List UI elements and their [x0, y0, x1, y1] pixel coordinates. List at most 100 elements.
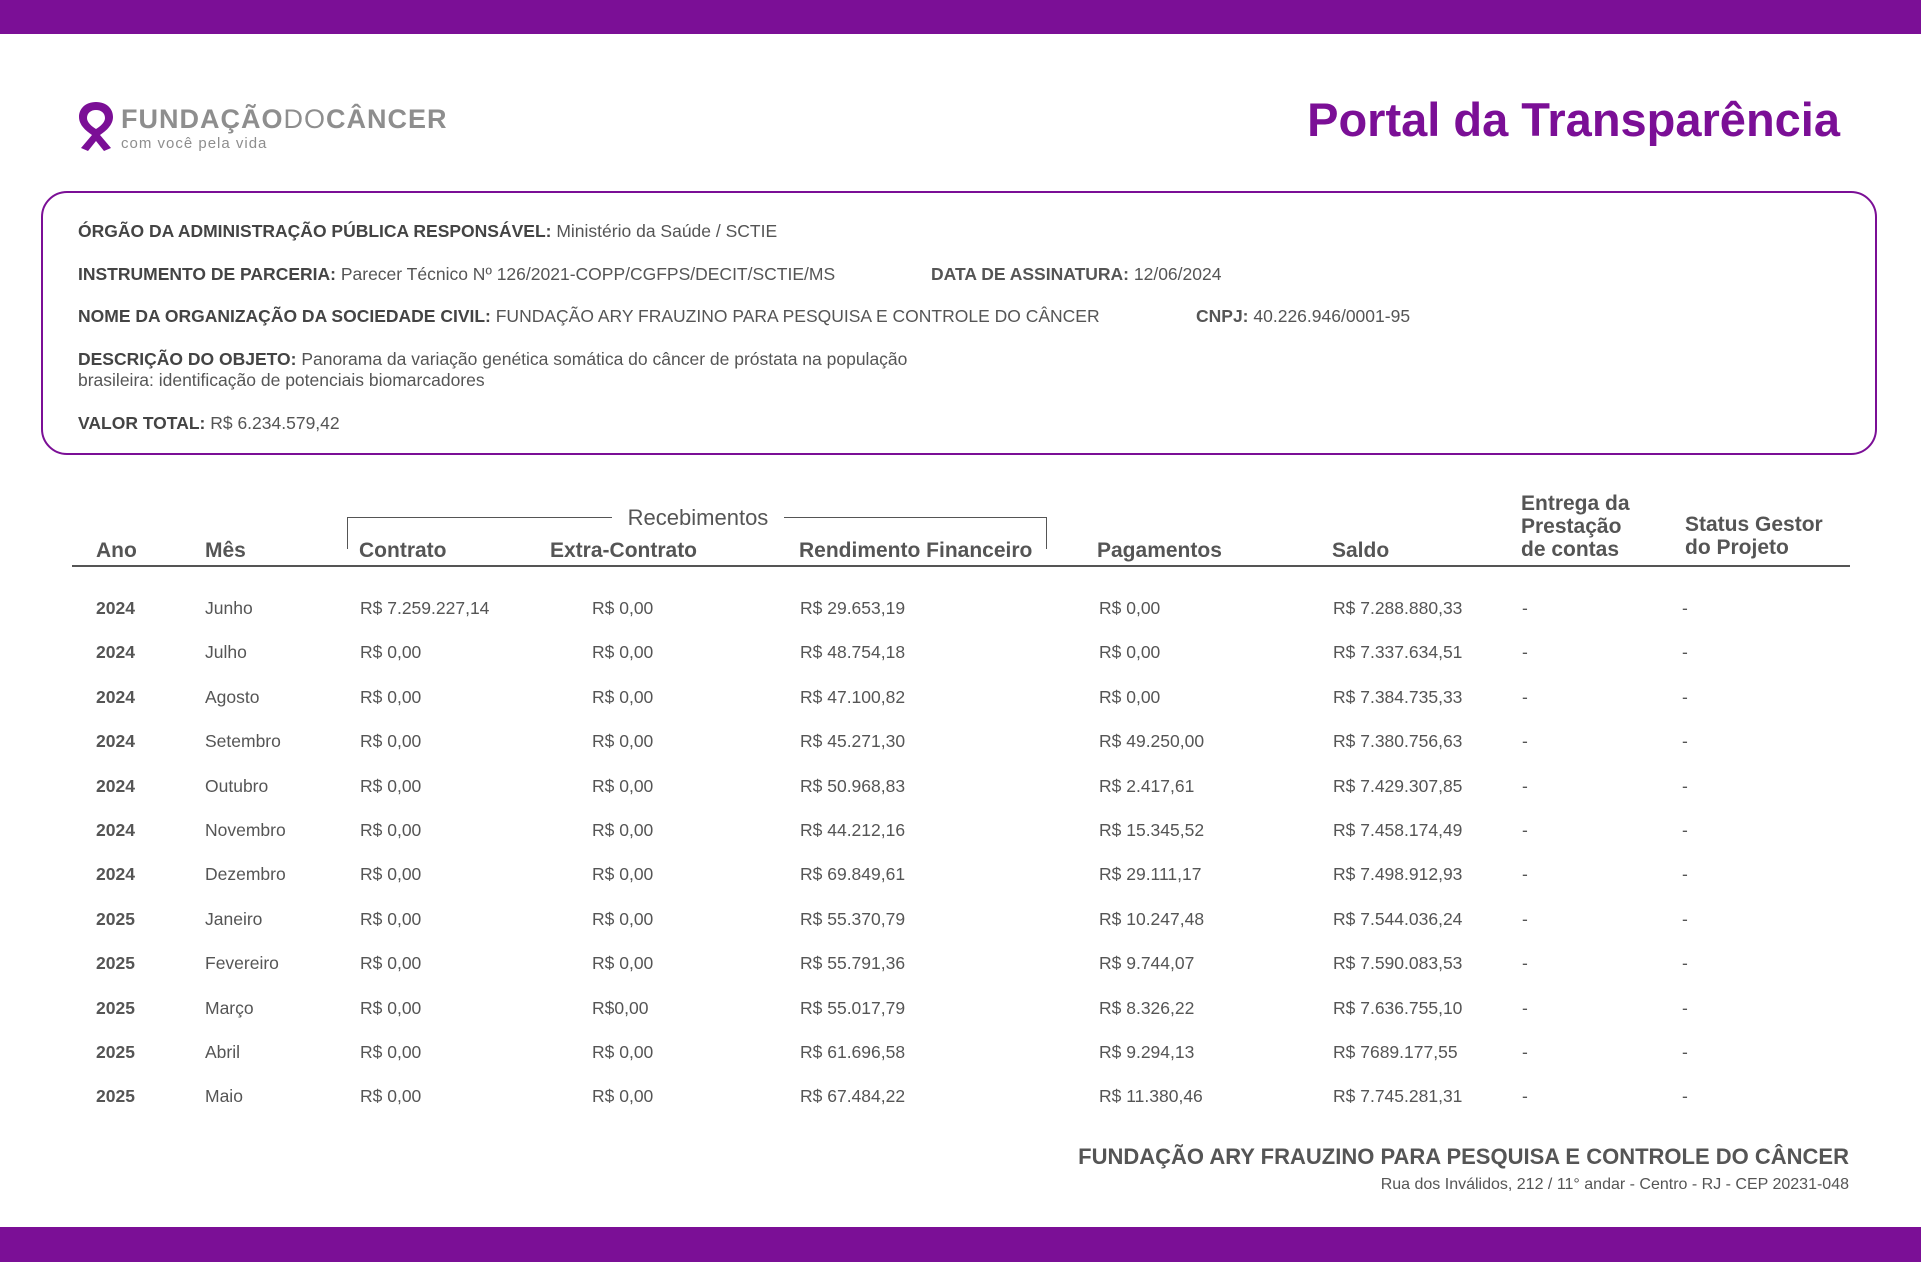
header-rendimento: Rendimento Financeiro — [799, 539, 1033, 562]
footer-organization: FUNDAÇÃO ARY FRAUZINO PARA PESQUISA E CO… — [1078, 1144, 1849, 1169]
descricao-field: DESCRIÇÃO DO OBJETO: Panorama da variaçã… — [78, 349, 908, 369]
cell-entrega: - — [1522, 1042, 1528, 1062]
cell-extra-contrato: R$ 0,00 — [592, 864, 654, 885]
recebimentos-group-label: Recebimentos — [340, 505, 1056, 531]
cell-extra-contrato: R$ 0,00 — [592, 1086, 654, 1107]
cell-ano: 2025 — [96, 1086, 135, 1107]
valor-total-field: VALOR TOTAL: R$ 6.234.579,42 — [78, 413, 340, 433]
cell-entrega: - — [1522, 1086, 1528, 1107]
table-row: 2025 Fevereiro R$ 0,00 R$ 0,00 R$ 55.791,36 R… — [72, 953, 1850, 983]
cell-entrega: - — [1522, 598, 1528, 618]
table-row: 2025 Janeiro R$ 0,00 R$ 0,00 R$ 55.370,79 R$ … — [72, 909, 1850, 939]
cell-entrega: - — [1522, 686, 1528, 707]
header-divider — [72, 565, 1850, 567]
page-title: Portal da Transparência — [1307, 93, 1840, 146]
header-pagamentos: Pagamentos — [1097, 539, 1222, 562]
cell-contrato: R$ 0,00 — [360, 1042, 422, 1062]
cell-entrega: - — [1522, 908, 1528, 929]
header-contrato: Contrato — [359, 539, 447, 562]
table-row: 2024 Junho R$ 7.259.227,14 R$ 0,00 R$ 29.653… — [72, 598, 1850, 628]
cell-contrato: R$ 7.259.227,14 — [360, 598, 490, 618]
cell-rendimento: R$ 47.100,82 — [800, 686, 906, 707]
table-row: 2024 Agosto R$ 0,00 R$ 0,00 R$ 47.100,82 R$ 0… — [72, 687, 1850, 717]
cell-saldo: R$ 7.636.755,10 — [1333, 997, 1463, 1018]
cell-pagamentos: R$ 29.111,17 — [1099, 864, 1202, 885]
cell-status: - — [1682, 908, 1688, 929]
header-entrega-3: de contas — [1521, 538, 1620, 561]
table-row: 2024 Setembro R$ 0,00 R$ 0,00 R$ 45.271,30 R$… — [72, 731, 1850, 761]
header-mes: Mês — [205, 539, 246, 562]
cell-ano: 2024 — [96, 864, 135, 885]
header-entrega-1: Entrega da — [1521, 492, 1630, 515]
cell-rendimento: R$ 44.212,16 — [800, 820, 906, 840]
cell-contrato: R$ 0,00 — [360, 775, 422, 796]
cell-extra-contrato: R$ 0,00 — [592, 908, 654, 929]
cell-status: - — [1682, 997, 1688, 1018]
cell-pagamentos: R$ 0,00 — [1099, 598, 1161, 618]
cell-ano: 2024 — [96, 820, 135, 840]
cell-pagamentos: R$ 0,00 — [1099, 642, 1161, 663]
cell-saldo: R$ 7.288.880,33 — [1333, 598, 1463, 618]
cell-ano: 2025 — [96, 997, 135, 1018]
cell-saldo: R$ 7.429.307,85 — [1333, 775, 1463, 796]
cell-pagamentos: R$ 49.250,00 — [1099, 731, 1205, 752]
cell-saldo: R$ 7.380.756,63 — [1333, 731, 1463, 752]
cell-entrega: - — [1522, 642, 1528, 663]
project-info-box: ÓRGÃO DA ADMINISTRAÇÃO PÚBLICA RESPONSÁV… — [41, 191, 1877, 455]
cell-entrega: - — [1522, 997, 1528, 1018]
top-accent-bar — [0, 0, 1921, 34]
cell-pagamentos: R$ 9.294,13 — [1099, 1042, 1195, 1062]
instrumento-field: INSTRUMENTO DE PARCERIA: Parecer Técnico… — [78, 264, 836, 284]
cell-pagamentos: R$ 11.380,46 — [1099, 1086, 1203, 1107]
ribbon-icon — [79, 102, 113, 151]
cell-extra-contrato: R$ 0,00 — [592, 598, 654, 618]
cell-entrega: - — [1522, 953, 1528, 974]
cell-status: - — [1682, 598, 1688, 618]
cell-status: - — [1682, 1042, 1688, 1062]
cell-ano: 2024 — [96, 642, 135, 663]
cell-saldo: R$ 7.458.174,49 — [1333, 820, 1463, 840]
cell-saldo: R$ 7.337.634,51 — [1333, 642, 1463, 663]
cell-rendimento: R$ 67.484,22 — [800, 1086, 906, 1107]
cell-status: - — [1682, 642, 1688, 663]
cell-contrato: R$ 0,00 — [360, 642, 422, 663]
cell-mes: Agosto — [205, 686, 260, 707]
header-saldo: Saldo — [1332, 539, 1390, 562]
cell-ano: 2024 — [96, 775, 135, 796]
cell-rendimento: R$ 45.271,30 — [800, 731, 906, 752]
cell-extra-contrato: R$ 0,00 — [592, 731, 654, 752]
logo-wordmark: FUNDAÇÃODOCÂNCER — [121, 104, 448, 134]
cell-mes: Outubro — [205, 775, 269, 796]
cell-ano: 2025 — [96, 1042, 135, 1062]
cell-contrato: R$ 0,00 — [360, 953, 422, 974]
cell-mes: Março — [205, 997, 254, 1018]
cell-mes: Abril — [205, 1042, 241, 1062]
cell-entrega: - — [1522, 775, 1528, 796]
cell-mes: Setembro — [205, 731, 281, 752]
cell-mes: Novembro — [205, 820, 286, 840]
cell-rendimento: R$ 55.017,79 — [800, 997, 906, 1018]
cell-pagamentos: R$ 9.744,07 — [1099, 953, 1195, 974]
cell-mes: Maio — [205, 1086, 243, 1107]
cell-contrato: R$ 0,00 — [360, 908, 422, 929]
cell-entrega: - — [1522, 864, 1528, 885]
cell-extra-contrato: R$ 0,00 — [592, 686, 654, 707]
cell-saldo: R$ 7.498.912,93 — [1333, 864, 1463, 885]
cnpj-field: CNPJ: 40.226.946/0001-95 — [1196, 306, 1411, 326]
cell-contrato: R$ 0,00 — [360, 997, 422, 1018]
cell-mes: Junho — [205, 598, 253, 618]
cell-rendimento: R$ 61.696,58 — [800, 1042, 906, 1062]
cell-contrato: R$ 0,00 — [360, 731, 422, 752]
cell-contrato: R$ 0,00 — [360, 1086, 422, 1107]
cell-extra-contrato: R$ 0,00 — [592, 775, 654, 796]
cell-pagamentos: R$ 0,00 — [1099, 686, 1161, 707]
table-row: 2025 Março R$ 0,00 R$0,00 R$ 55.017,79 R$ 8.3… — [72, 998, 1850, 1028]
descricao-field-line2: brasileira: identificação de potenciais … — [78, 370, 485, 390]
cell-ano: 2025 — [96, 908, 135, 929]
logo-tagline: com você pela vida — [121, 135, 268, 152]
cell-mes: Janeiro — [205, 908, 263, 929]
table-row: 2024 Novembro R$ 0,00 R$ 0,00 R$ 44.212,16 R$… — [72, 820, 1850, 850]
nome-organizacao-field: NOME DA ORGANIZAÇÃO DA SOCIEDADE CIVIL: … — [78, 306, 1100, 326]
table-row: 2024 Outubro R$ 0,00 R$ 0,00 R$ 50.968,83 R$ … — [72, 776, 1850, 806]
cell-mes: Fevereiro — [205, 953, 279, 974]
